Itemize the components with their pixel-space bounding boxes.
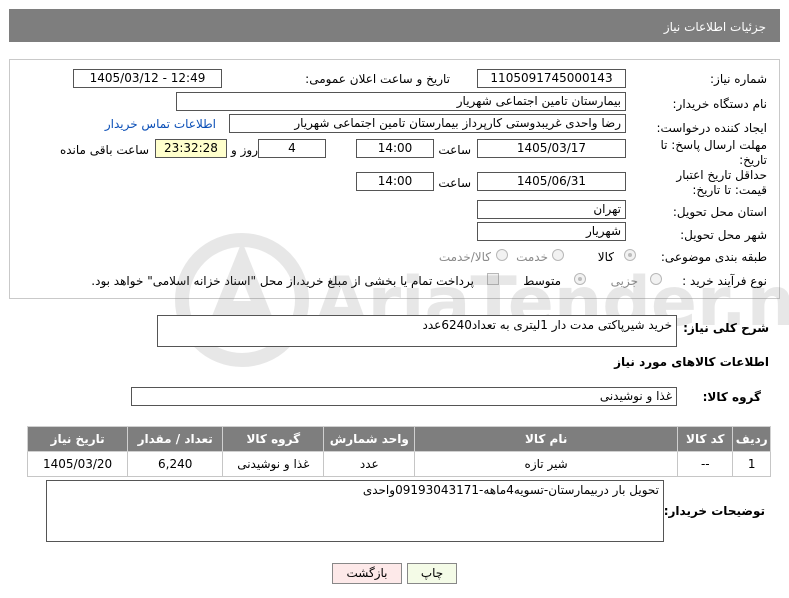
purchase-type-label: نوع فرآیند خرید : [682, 274, 767, 288]
purchase-radio-medium[interactable] [574, 273, 586, 285]
goods-group-label: گروه کالا: [702, 390, 761, 404]
category-radio-goods-service[interactable] [496, 249, 508, 261]
cell-unit: عدد [323, 451, 416, 477]
col-item-name: نام کالا [414, 426, 679, 452]
goods-table: ردیف کد کالا نام کالا واحد شمارش گروه کا… [26, 426, 771, 477]
col-goods-group: گروه کالا [222, 426, 325, 452]
goods-table-header: ردیف کد کالا نام کالا واحد شمارش گروه کا… [26, 426, 771, 452]
buyer-notes-field: تحویل بار دربیمارستان-تسویه4ماهه-0919304… [46, 480, 664, 542]
city-field: شهریار [477, 222, 626, 241]
col-quantity: تعداد / مقدار [127, 426, 224, 452]
price-validity-label: حداقل تاریخ اعتبار قیمت: تا تاریخ: [676, 168, 767, 197]
description-label: شرح کلی نیاز: [683, 321, 769, 335]
need-number-field: 1105091745000143 [477, 69, 626, 88]
category-option-goods-service: کالا/خدمت [438, 250, 491, 264]
treasury-payment-note: پرداخت تمام یا بخشی از مبلغ خرید،از محل … [91, 274, 474, 288]
cell-row-number: 1 [732, 451, 771, 477]
validity-time-field: 14:00 [356, 172, 434, 191]
cell-need-date: 1405/03/20 [26, 451, 129, 477]
table-row: 1 -- شیر تازه عدد غذا و نوشیدنی 6,240 14… [26, 451, 771, 477]
reply-time-label: ساعت [438, 143, 471, 157]
treasury-payment-checkbox[interactable] [487, 273, 499, 285]
description-field: خرید شیرپاکتی مدت دار 1لیتری به تعداد624… [157, 315, 677, 347]
validity-date-field: 1405/06/31 [477, 172, 626, 191]
province-label: استان محل تحویل: [672, 205, 767, 219]
cell-goods-group: غذا و نوشیدنی [222, 451, 325, 477]
reply-deadline-label: مهلت ارسال پاسخ: تا تاریخ: [660, 138, 767, 167]
print-button[interactable]: چاپ [407, 563, 457, 584]
province-field: تهران [477, 200, 626, 219]
category-radio-goods[interactable] [624, 249, 636, 261]
purchase-option-medium: متوسط [523, 274, 561, 288]
goods-section-title: اطلاعات کالاهای مورد نیاز [614, 355, 769, 369]
reply-date-field: 1405/03/17 [477, 139, 626, 158]
col-need-date: تاریخ نیاز [26, 426, 129, 452]
validity-time-label: ساعت [438, 176, 471, 190]
page-title: جزئیات اطلاعات نیاز [663, 20, 766, 34]
category-label: طبقه بندی موضوعی: [660, 250, 767, 264]
col-unit: واحد شمارش [323, 426, 416, 452]
days-field: 4 [258, 139, 326, 158]
goods-group-field: غذا و نوشیدنی [131, 387, 677, 406]
category-option-service: خدمت [516, 250, 548, 264]
cell-item-code: -- [677, 451, 734, 477]
city-label: شهر محل تحویل: [680, 228, 767, 242]
need-number-label: شماره نیاز: [710, 72, 767, 86]
back-button[interactable]: بازگشت [332, 563, 402, 584]
description-text: خرید شیرپاکتی مدت دار 1لیتری به تعداد624… [422, 318, 672, 332]
creator-label: ایجاد کننده درخواست: [656, 121, 767, 135]
remaining-time-field: 23:32:28 [155, 139, 227, 158]
reply-time-field: 14:00 [356, 139, 434, 158]
cell-item-name: شیر تازه [414, 451, 679, 477]
announce-datetime-field: 1405/03/12 - 12:49 [73, 69, 222, 88]
cell-quantity: 6,240 [127, 451, 224, 477]
purchase-option-minor: جزیی [610, 274, 638, 288]
purchase-radio-minor[interactable] [650, 273, 662, 285]
creator-field: رضا واحدی غریبدوستی کارپرداز بیمارستان ت… [229, 114, 626, 133]
remaining-time-label: ساعت باقی مانده [59, 143, 149, 157]
page-title-bar: جزئیات اطلاعات نیاز [9, 9, 780, 42]
buyer-notes-label: توضیحات خریدار: [663, 504, 765, 518]
col-item-code: کد کالا [677, 426, 734, 452]
category-radio-service[interactable] [552, 249, 564, 261]
buyer-org-field: بیمارستان تامین اجتماعی شهریار [176, 92, 626, 111]
category-option-goods: کالا [597, 250, 614, 264]
col-row-number: ردیف [732, 426, 771, 452]
days-label: روز و [231, 143, 258, 157]
buyer-contact-link[interactable]: اطلاعات تماس خریدار [105, 117, 216, 131]
announce-datetime-label: تاریخ و ساعت اعلان عمومی: [305, 72, 450, 86]
buyer-org-label: نام دستگاه خریدار: [672, 97, 768, 111]
buyer-notes-text: تحویل بار دربیمارستان-تسویه4ماهه-0919304… [362, 483, 659, 497]
